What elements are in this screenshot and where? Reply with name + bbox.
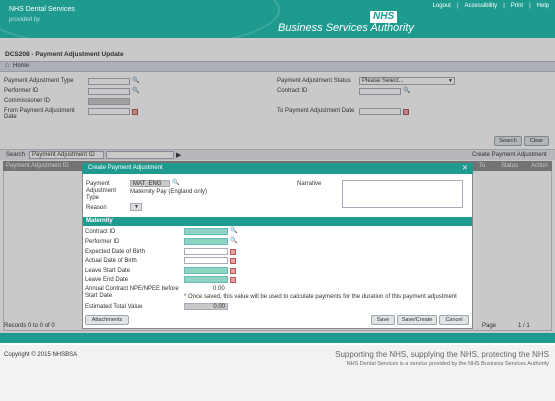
type-label: Payment Adjustment Type: [86, 181, 117, 201]
brand-subtitle: provided by: [9, 17, 41, 23]
close-icon[interactable]: ✕: [462, 164, 468, 172]
search-icon[interactable]: 🔍: [230, 237, 237, 244]
chevron-down-icon: ▼: [134, 204, 139, 210]
annual-contract-value: 0.00: [213, 286, 225, 292]
expected-dob-label: Expected Date of Birth: [85, 249, 146, 255]
search-icon[interactable]: 🔍: [172, 179, 179, 186]
attachments-button[interactable]: Attachments: [85, 315, 129, 325]
type-description: Maternity Pay (England only): [130, 189, 208, 195]
annual-contract-label: Annual Contract NPE/NPEE before Start Da…: [85, 286, 179, 299]
site-header: NHS Dental Services provided by NHS Busi…: [0, 0, 555, 38]
narrative-textarea[interactable]: [342, 180, 463, 208]
narrative-label: Narrative: [297, 181, 322, 187]
leave-end-input[interactable]: [184, 276, 228, 283]
actual-dob-label: Actual Date of Birth: [85, 258, 137, 264]
type-code: MAT_ENG: [130, 180, 170, 187]
actual-dob-input[interactable]: [184, 257, 228, 264]
authority-name: Business Services Authority: [278, 22, 414, 34]
calendar-icon[interactable]: [230, 268, 236, 274]
footer-bar: [0, 333, 555, 343]
save-note: * Once saved, this value will be used to…: [184, 294, 457, 300]
maternity-section-header: Maternity: [83, 217, 472, 226]
estimated-total-value: 0.00: [184, 303, 228, 310]
save-create-button[interactable]: Save/Create: [397, 315, 437, 325]
leave-start-input[interactable]: [184, 267, 228, 274]
dialog-title: Create Payment Adjustment: [82, 163, 473, 174]
estimated-total-label: Estimated Total Value: [85, 304, 143, 310]
top-links: Logout | Accessibility | Print | Help: [432, 3, 549, 9]
performer-id-input[interactable]: [184, 238, 228, 245]
reason-select[interactable]: ▼: [130, 203, 142, 211]
footer-provided: NHS Dental Services is a service provide…: [346, 361, 549, 367]
help-link[interactable]: Help: [537, 3, 549, 9]
brand-title: NHS Dental Services: [9, 6, 75, 13]
search-icon[interactable]: 🔍: [230, 227, 237, 234]
print-link[interactable]: Print: [511, 3, 523, 9]
footer-tagline: Supporting the NHS, supplying the NHS, p…: [335, 350, 549, 359]
logout-link[interactable]: Logout: [433, 3, 451, 9]
save-button[interactable]: Save: [371, 315, 395, 325]
performer-id-label: Performer ID: [85, 239, 120, 245]
calendar-icon[interactable]: [230, 277, 236, 283]
cancel-button[interactable]: Cancel: [439, 315, 469, 325]
accessibility-link[interactable]: Accessibility: [465, 3, 498, 9]
reason-label: Reason: [86, 205, 107, 211]
contract-id-input[interactable]: [184, 228, 228, 235]
copyright: Copyright © 2015 NHSBSA: [4, 352, 78, 358]
calendar-icon[interactable]: [230, 258, 236, 264]
leave-end-label: Leave End Date: [85, 277, 129, 283]
leave-start-label: Leave Start Date: [85, 268, 131, 274]
calendar-icon[interactable]: [230, 249, 236, 255]
expected-dob-input[interactable]: [184, 248, 228, 255]
contract-id-label: Contract ID: [85, 229, 116, 235]
